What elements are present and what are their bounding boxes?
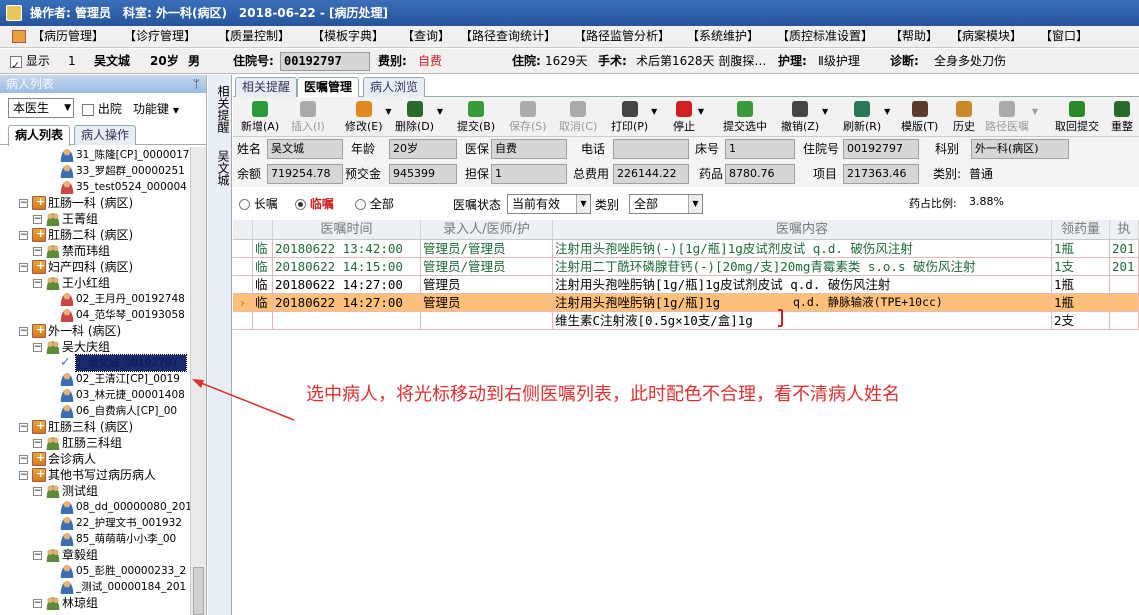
annotation-text: 选中病人，将光标移动到右侧医嘱列表，此时配色不合理，看不清病人姓名	[306, 384, 900, 405]
annotation-arrow	[192, 309, 783, 421]
